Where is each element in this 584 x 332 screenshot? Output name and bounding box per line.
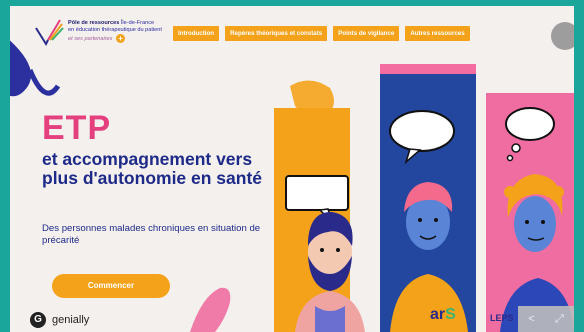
tab-autres-ressources[interactable]: Autres ressources bbox=[405, 26, 470, 41]
hero-description: Des personnes malades chroniques en situ… bbox=[42, 223, 261, 246]
org-line: en éducation thérapeutique du patient bbox=[68, 27, 162, 33]
blob-shape bbox=[10, 40, 32, 97]
curl-shape bbox=[27, 69, 61, 96]
genially-branding[interactable]: G genially bbox=[30, 312, 89, 328]
org-region: Île-de-France bbox=[120, 20, 155, 26]
tab-reperes-theoriques[interactable]: Repères théoriques et constats bbox=[225, 26, 328, 41]
thought-bubble bbox=[505, 107, 555, 141]
pole-ressources-logo bbox=[35, 19, 64, 47]
ars-logo-main: ar bbox=[430, 306, 446, 323]
genially-logo-icon: G bbox=[30, 312, 46, 328]
fullscreen-icon[interactable]: ⤢ bbox=[555, 313, 564, 326]
org-partners: et ses partenaires bbox=[68, 35, 113, 42]
plus-icon[interactable]: + bbox=[116, 34, 126, 43]
hero-subtitle: et accompagnement vers plus d'autonomie … bbox=[42, 149, 263, 188]
genially-label: genially bbox=[52, 314, 90, 326]
tab-points-de-vigilance[interactable]: Points de vigilance bbox=[333, 26, 400, 41]
start-button[interactable]: Commencer bbox=[52, 274, 170, 298]
org-name: Pôle de ressources Île-de-France en éduc… bbox=[68, 20, 188, 43]
squiggle-shape bbox=[190, 287, 231, 332]
tab-introduction[interactable]: Introduction bbox=[173, 26, 220, 41]
hero-title: ETP bbox=[42, 109, 112, 147]
speech-bubble bbox=[389, 110, 455, 152]
speech-bubble bbox=[285, 175, 349, 211]
ars-logo: arS bbox=[430, 306, 456, 324]
avatar-button[interactable] bbox=[551, 22, 574, 50]
share-icon[interactable]: < bbox=[528, 313, 534, 325]
viewer-controls: < ⤢ bbox=[518, 306, 574, 332]
ars-logo-accent: S bbox=[445, 306, 456, 323]
leps-logo: LEPS bbox=[490, 313, 514, 323]
panel-accent bbox=[380, 64, 476, 74]
presentation-frame: Pôle de ressources Île-de-France en éduc… bbox=[10, 6, 574, 332]
top-navigation: Introduction Repères théoriques et const… bbox=[173, 26, 470, 41]
org-title: Pôle de ressources bbox=[68, 20, 120, 26]
